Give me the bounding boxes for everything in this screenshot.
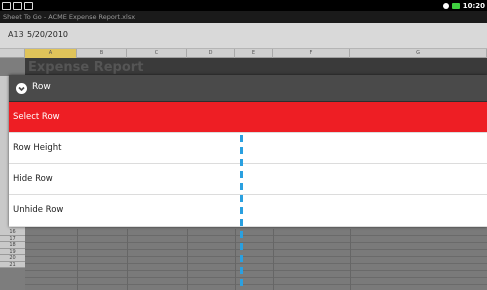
cell-grid[interactable] [25,229,487,290]
sd-card-icon [13,1,22,10]
status-right: 10:20 [442,0,485,11]
menu-item-label: Hide Row [13,174,53,184]
dialog-header: Row [9,75,487,102]
row-numbers: 16 17 18 19 20 21 [0,229,25,268]
menu-item-hide-row[interactable]: Hide Row [9,164,487,195]
menu-item-label: Unhide Row [13,205,64,215]
sheet-title: Expense Report [28,60,144,75]
menu-item-unhide-row[interactable]: Unhide Row [9,195,487,227]
gridline [77,229,78,290]
app-title-bar: Sheet To Go - ACME Expense Report.xlsx [0,11,487,23]
gridline [273,229,274,290]
clock: 10:20 [462,1,485,10]
menu-item-label: Row Height [13,143,62,153]
dashed-divider [240,135,243,290]
cell-reference[interactable]: A13 [8,30,24,39]
gridline [187,229,188,290]
column-header-b[interactable]: B [77,49,127,58]
gridline [350,229,351,290]
row-header[interactable]: 21 [0,261,25,268]
download-icon [24,1,33,10]
menu-item-select-row[interactable]: Select Row [9,102,487,133]
sheet-title-cell[interactable]: Expense Report [25,58,487,76]
column-header-d[interactable]: D [187,49,235,58]
notification-icons [2,1,33,10]
menu-item-row-height[interactable]: Row Height [9,133,487,164]
usb-icon [2,1,11,10]
column-header-e[interactable]: E [235,49,273,58]
dialog-title: Row [32,82,51,92]
chevron-down-circle-icon[interactable] [16,83,27,94]
column-header-a[interactable]: A [25,49,77,58]
formula-bar: A13 5/20/2010 [0,23,487,49]
column-header-c[interactable]: C [127,49,187,58]
corner-cell[interactable] [0,49,25,58]
column-header-g[interactable]: G [350,49,487,58]
column-header-f[interactable]: F [273,49,350,58]
row-menu-dialog: Row Select Row Row Height Hide Row Unhid… [9,75,487,227]
gridline [235,229,236,290]
app-screen: 10:20 Sheet To Go - ACME Expense Report.… [0,0,487,290]
gridline [127,229,128,290]
menu-item-label: Select Row [13,112,60,122]
wifi-icon [442,2,449,9]
cell-value-field[interactable]: 5/20/2010 [27,30,68,39]
battery-icon [451,2,460,9]
status-bar: 10:20 [0,0,487,11]
column-headers: A B C D E F G [0,49,487,58]
